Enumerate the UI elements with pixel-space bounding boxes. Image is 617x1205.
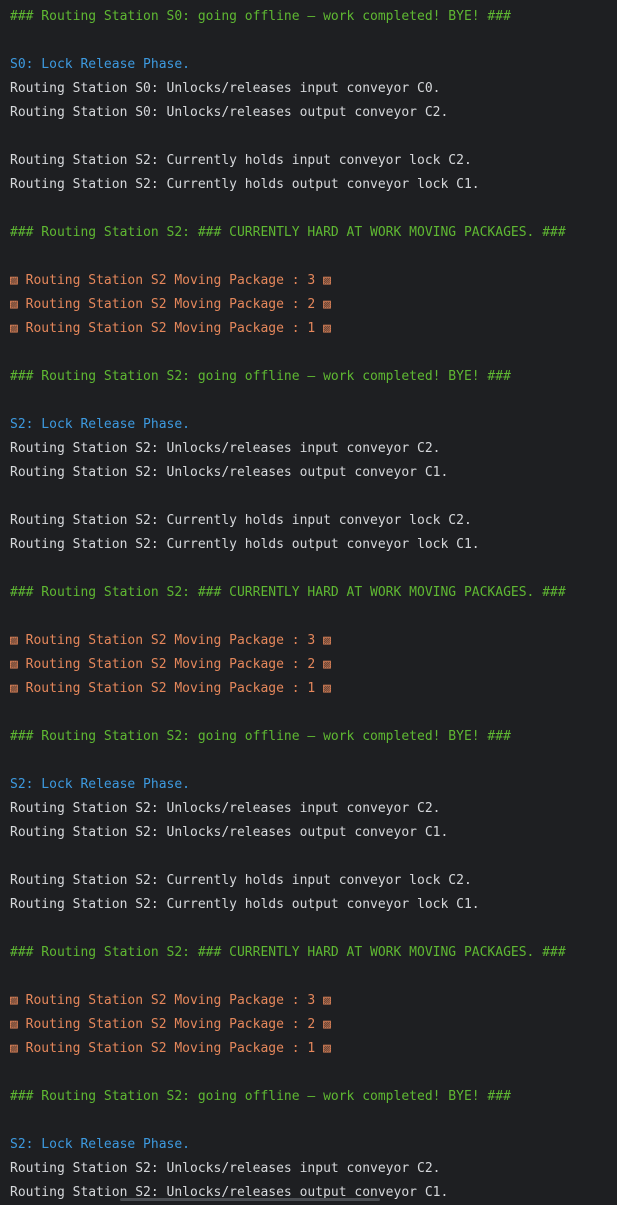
status-banner-line: ### Routing Station S2: ### CURRENTLY HA… (10, 585, 566, 600)
console-output[interactable]: ### Routing Station S0: going offline – … (10, 5, 617, 1205)
status-banner-line: ### Routing Station S2: ### CURRENTLY HA… (10, 225, 566, 240)
log-line: Routing Station S2: Currently holds outp… (10, 897, 480, 912)
log-line: Routing Station S2: Unlocks/releases inp… (10, 801, 441, 816)
log-line: Routing Station S2: Unlocks/releases inp… (10, 441, 441, 456)
phase-header-line: S2: Lock Release Phase. (10, 1137, 191, 1152)
package-move-line: ▨ Routing Station S2 Moving Package : 3 … (10, 273, 331, 288)
package-move-line: ▨ Routing Station S2 Moving Package : 2 … (10, 297, 331, 312)
log-line: Routing Station S2: Currently holds outp… (10, 177, 480, 192)
status-banner-line: ### Routing Station S2: going offline – … (10, 1089, 511, 1104)
status-banner-line: ### Routing Station S2: going offline – … (10, 369, 511, 384)
package-move-line: ▨ Routing Station S2 Moving Package : 1 … (10, 681, 331, 696)
phase-header-line: S2: Lock Release Phase. (10, 417, 191, 432)
status-banner-line: ### Routing Station S0: going offline – … (10, 9, 511, 24)
log-line: Routing Station S2: Currently holds outp… (10, 537, 480, 552)
log-line: Routing Station S2: Currently holds inpu… (10, 873, 472, 888)
status-banner-line: ### Routing Station S2: ### CURRENTLY HA… (10, 945, 566, 960)
package-move-line: ▨ Routing Station S2 Moving Package : 3 … (10, 633, 331, 648)
phase-header-line: S2: Lock Release Phase. (10, 777, 191, 792)
log-line: Routing Station S2: Unlocks/releases inp… (10, 1161, 441, 1176)
log-line: Routing Station S0: Unlocks/releases inp… (10, 81, 441, 96)
log-line: Routing Station S2: Currently holds inpu… (10, 153, 472, 168)
package-move-line: ▨ Routing Station S2 Moving Package : 1 … (10, 321, 331, 336)
log-line: Routing Station S2: Unlocks/releases out… (10, 465, 449, 480)
package-move-line: ▨ Routing Station S2 Moving Package : 2 … (10, 657, 331, 672)
log-line: Routing Station S2: Currently holds inpu… (10, 513, 472, 528)
package-move-line: ▨ Routing Station S2 Moving Package : 2 … (10, 1017, 331, 1032)
status-banner-line: ### Routing Station S2: going offline – … (10, 729, 511, 744)
log-line: Routing Station S2: Unlocks/releases out… (10, 825, 449, 840)
phase-header-line: S0: Lock Release Phase. (10, 57, 191, 72)
log-line: Routing Station S0: Unlocks/releases out… (10, 105, 449, 120)
log-line: Routing Station S2: Unlocks/releases out… (10, 1185, 449, 1200)
package-move-line: ▨ Routing Station S2 Moving Package : 3 … (10, 993, 331, 1008)
package-move-line: ▨ Routing Station S2 Moving Package : 1 … (10, 1041, 331, 1056)
